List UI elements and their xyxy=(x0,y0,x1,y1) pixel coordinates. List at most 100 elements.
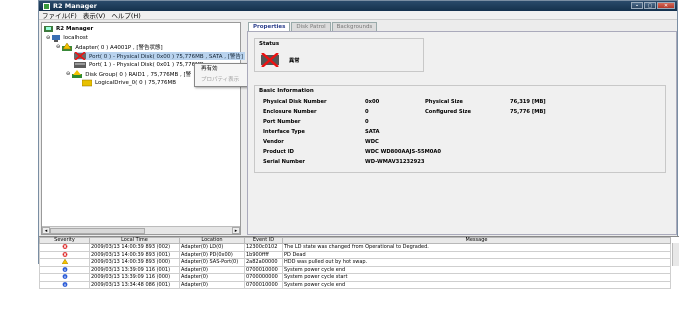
tree-port1[interactable]: Port( 1 ) - Physical Disk( 0x01 ) 75,776… xyxy=(74,61,204,69)
tree-logical-label: LogicalDrive_0( 0 ) 75,776MB xyxy=(95,80,176,86)
menu-file[interactable]: ファイル(F) xyxy=(42,10,77,20)
product-id-label: Product ID xyxy=(263,149,294,155)
scroll-left-arrow[interactable]: ◂ xyxy=(42,227,50,234)
info-icon xyxy=(62,281,67,287)
log-message: System power cycle end xyxy=(282,265,671,274)
tab-backgrounds[interactable]: Backgrounds xyxy=(331,22,378,31)
computer-icon xyxy=(52,34,61,42)
disk-icon xyxy=(74,62,86,68)
tree-horizontal-scrollbar[interactable]: ◂ ▸ xyxy=(42,226,240,234)
log-time: 2009/03/13 14:00:39 893 (002) xyxy=(89,243,180,252)
log-event-id: 12300c0102 xyxy=(244,243,283,252)
tree-port1-label: Port( 1 ) - Physical Disk( 0x01 ) 75,776… xyxy=(89,62,204,68)
log-message: System power cycle end xyxy=(282,280,671,289)
log-location: Adapter(0) xyxy=(179,280,245,289)
port-label: Port Number xyxy=(263,119,301,125)
window-title: R2 Manager xyxy=(53,2,97,10)
menu-bar: ファイル(F) 表示(V) ヘルプ(H) xyxy=(39,11,677,20)
tree-adapter[interactable]: ⊖ Adapter( 0 ) A4001P , [警告状態] xyxy=(56,43,163,51)
context-menu-properties[interactable]: プロパティ表示 xyxy=(195,75,250,86)
tree-root-label: R2 Manager xyxy=(56,26,94,32)
minimize-button[interactable]: – xyxy=(631,2,643,9)
scroll-right-arrow[interactable]: ▸ xyxy=(232,227,240,234)
tree-host[interactable]: ⊖ localhost xyxy=(46,34,88,42)
scroll-thumb[interactable] xyxy=(50,228,145,234)
expand-icon[interactable]: ⊖ xyxy=(66,71,70,77)
app-icon xyxy=(43,2,50,10)
log-event-id: 1b900ffff xyxy=(244,250,283,259)
log-time: 2009/03/13 14:00:39 893 (000) xyxy=(89,258,180,267)
log-message: The LD state was changed from Operationa… xyxy=(282,243,671,252)
context-menu-enable[interactable]: 再有効 xyxy=(195,64,250,75)
port-value: 0 xyxy=(365,119,369,125)
physical-size-value: 76,319 [MB] xyxy=(510,99,546,105)
log-event-id: 0700010000 xyxy=(244,265,283,274)
table-row[interactable]: 2009/03/13 14:00:39 893 (002) Adapter(0)… xyxy=(39,243,671,252)
error-icon xyxy=(62,244,67,249)
warning-adapter-icon xyxy=(62,43,73,51)
disk-group-icon xyxy=(72,70,83,78)
tree-logical[interactable]: LogicalDrive_0( 0 ) 75,776MB xyxy=(82,79,176,87)
log-message: PD Dead xyxy=(282,250,671,259)
serial-label: Serial Number xyxy=(263,159,305,165)
tab-properties[interactable]: Properties xyxy=(248,22,291,31)
table-row[interactable]: 2009/03/13 13:39:09 116 (001) Adapter(0)… xyxy=(39,265,671,274)
info-icon xyxy=(62,266,67,272)
menu-help[interactable]: ヘルプ(H) xyxy=(111,10,140,20)
vendor-value: WDC xyxy=(365,139,379,145)
error-icon xyxy=(62,251,67,257)
enclosure-value: 0 xyxy=(365,109,369,115)
expand-icon[interactable]: ⊖ xyxy=(56,44,60,50)
pd-number-value: 0x00 xyxy=(365,99,380,105)
tree-diskgroup[interactable]: ⊖ Disk Group( 0 ) RAID1 , 75,776MB , [警 xyxy=(66,70,191,78)
log-location: Adapter(0) LD(0) xyxy=(179,243,245,252)
event-log: Severity Local Time Location Event ID Me… xyxy=(39,236,679,289)
maximize-button[interactable]: ▢ xyxy=(644,2,656,9)
tab-strip: Properties Disk Patrol Backgrounds xyxy=(247,22,677,31)
tab-disk-patrol[interactable]: Disk Patrol xyxy=(291,22,331,31)
info-icon xyxy=(62,274,67,279)
log-time: 2009/03/13 14:00:39 893 (001) xyxy=(89,250,180,259)
warning-icon xyxy=(61,259,68,265)
log-time: 2009/03/13 13:39:09 116 (000) xyxy=(89,273,180,282)
tree-diskgroup-label: Disk Group( 0 ) RAID1 , 75,776MB , [警 xyxy=(85,72,192,78)
interface-label: Interface Type xyxy=(263,129,305,135)
status-value: 異常 xyxy=(289,58,300,64)
failed-disk-icon xyxy=(261,53,279,67)
close-button[interactable]: ✕ xyxy=(657,2,675,9)
log-time: 2009/03/13 13:34:48 086 (001) xyxy=(89,280,180,289)
tree-port0-label: Port( 0 ) - Physical Disk( 0x00 ) 75,776… xyxy=(89,54,244,60)
context-menu: 再有効 プロパティ表示 xyxy=(194,63,251,87)
table-row[interactable]: 2009/03/13 13:34:48 086 (001) Adapter(0)… xyxy=(39,280,671,289)
table-row[interactable]: 2009/03/13 14:00:39 893 (000) Adapter(0)… xyxy=(39,258,671,267)
physical-size-label: Physical Size xyxy=(425,99,463,105)
status-title: Status xyxy=(259,41,280,47)
log-message: System power cycle start xyxy=(282,273,671,282)
table-row[interactable]: 2009/03/13 14:00:39 893 (001) Adapter(0)… xyxy=(39,250,671,259)
device-tree: R2 Manager ⊖ localhost ⊖ Adapter( 0 ) A4… xyxy=(41,22,246,235)
log-location: Adapter(0) xyxy=(179,273,245,282)
log-location: Adapter(0) xyxy=(179,265,245,274)
pd-number-label: Physical Disk Number xyxy=(263,99,327,105)
title-bar: R2 Manager – ▢ ✕ xyxy=(39,1,677,11)
properties-panel: Status 異常 Basic Information Physical Dis… xyxy=(247,31,677,235)
basic-info-group: Basic Information Physical Disk Number 0… xyxy=(254,85,666,173)
table-row[interactable]: 2009/03/13 13:39:09 116 (000) Adapter(0)… xyxy=(39,273,671,282)
interface-value: SATA xyxy=(365,129,380,135)
basic-info-title: Basic Information xyxy=(259,88,314,94)
failed-disk-icon xyxy=(74,52,86,60)
log-vertical-scrollbar[interactable] xyxy=(672,243,679,266)
tree-port0[interactable]: Port( 0 ) - Physical Disk( 0x00 ) 75,776… xyxy=(74,52,246,60)
serial-value: WD-WMAV31232923 xyxy=(365,159,425,165)
tree-root[interactable]: R2 Manager xyxy=(44,25,93,33)
app-window: R2 Manager – ▢ ✕ ファイル(F) 表示(V) ヘルプ(H) R2… xyxy=(38,0,679,289)
configured-size-label: Configured Size xyxy=(425,109,471,115)
details-pane: Properties Disk Patrol Backgrounds Statu… xyxy=(247,22,677,235)
menu-view[interactable]: 表示(V) xyxy=(83,10,106,20)
enclosure-label: Enclosure Number xyxy=(263,109,317,115)
tree-host-label: localhost xyxy=(63,35,88,41)
log-message: HDD was pulled out by hot swap. xyxy=(282,258,671,267)
expand-icon[interactable]: ⊖ xyxy=(46,35,50,41)
vendor-label: Vendor xyxy=(263,139,284,145)
logical-drive-icon xyxy=(82,79,92,87)
